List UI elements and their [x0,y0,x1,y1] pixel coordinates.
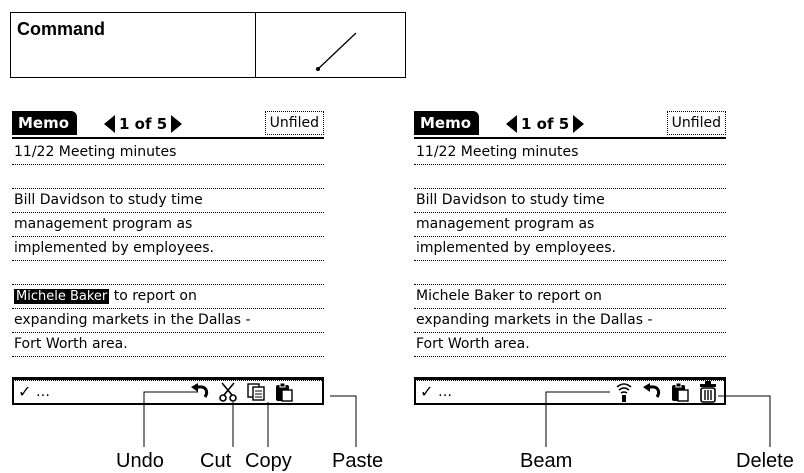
ellipsis-icon: … [36,384,51,400]
command-stroke-cell [256,13,405,77]
memo-line[interactable]: expanding markets in the Dallas - [414,309,726,333]
delete-icon[interactable] [696,381,720,403]
memo-line[interactable]: implemented by employees. [12,237,324,261]
memo-line[interactable]: management program as [12,213,324,237]
previous-record-icon[interactable] [104,115,115,133]
memo-screen-left: Memo 1 of 5 Unfiled 11/22 Meeting minute… [12,111,324,411]
memo-line[interactable]: Michele Baker to report on [414,285,726,309]
callout-delete: Delete [736,450,794,472]
callout-copy: Copy [245,450,292,472]
title-bar: Memo 1 of 5 Unfiled [414,111,726,139]
memo-line[interactable] [12,165,324,189]
command-stroke-icon [316,32,357,71]
title-bar: Memo 1 of 5 Unfiled [12,111,324,139]
memo-line[interactable] [414,165,726,189]
memo-line[interactable]: expanding markets in the Dallas - [12,309,324,333]
cut-icon[interactable] [216,381,240,403]
undo-icon[interactable] [188,381,212,403]
memo-screen-right: Memo 1 of 5 Unfiled 11/22 Meeting minute… [414,111,726,411]
app-title: Memo [12,111,78,135]
callout-undo: Undo [116,450,164,472]
memo-line-rest: to report on [109,288,197,304]
undo-icon[interactable] [640,381,664,403]
memo-body[interactable]: 11/22 Meeting minutes Bill Davidson to s… [12,141,324,405]
memo-line[interactable]: Bill Davidson to study time [414,189,726,213]
category-picker[interactable]: Unfiled [264,111,324,135]
memo-line[interactable]: Bill Davidson to study time [12,189,324,213]
category-picker[interactable]: Unfiled [666,111,726,135]
memo-line[interactable]: management program as [414,213,726,237]
memo-line[interactable] [414,261,726,285]
next-record-icon[interactable] [573,115,585,133]
command-toolbar: ✓ … [414,377,726,405]
memo-line[interactable]: Fort Worth area. [12,333,324,357]
record-pager: 1 of 5 [506,113,585,135]
memo-line[interactable]: implemented by employees. [414,237,726,261]
ellipsis-icon: … [438,384,453,400]
memo-body[interactable]: 11/22 Meeting minutes Bill Davidson to s… [414,141,726,405]
memo-line[interactable]: Fort Worth area. [414,333,726,357]
paste-icon[interactable] [272,381,296,403]
record-position: 1 of 5 [119,115,168,133]
memo-line[interactable] [12,261,324,285]
memo-line[interactable]: 11/22 Meeting minutes [414,141,726,165]
selected-text[interactable]: Michele Baker [14,289,110,304]
command-table: Command [10,12,406,78]
app-title: Memo [414,111,480,135]
next-record-icon[interactable] [171,115,183,133]
command-label: Command [11,13,256,77]
callout-paste: Paste [332,450,384,472]
memo-line[interactable]: Michele Baker to report on [12,285,324,309]
copy-icon[interactable] [244,381,268,403]
record-pager: 1 of 5 [104,113,183,135]
record-position: 1 of 5 [521,115,570,133]
paste-icon[interactable] [668,381,692,403]
callout-beam: Beam [520,450,573,472]
previous-record-icon[interactable] [506,115,517,133]
memo-line[interactable]: 11/22 Meeting minutes [12,141,324,165]
callout-cut: Cut [200,450,232,472]
command-toolbar: ✓ … [12,377,324,405]
beam-icon[interactable] [612,381,636,403]
command-stroke-icon: ✓ [18,382,32,401]
command-stroke-icon: ✓ [420,382,434,401]
